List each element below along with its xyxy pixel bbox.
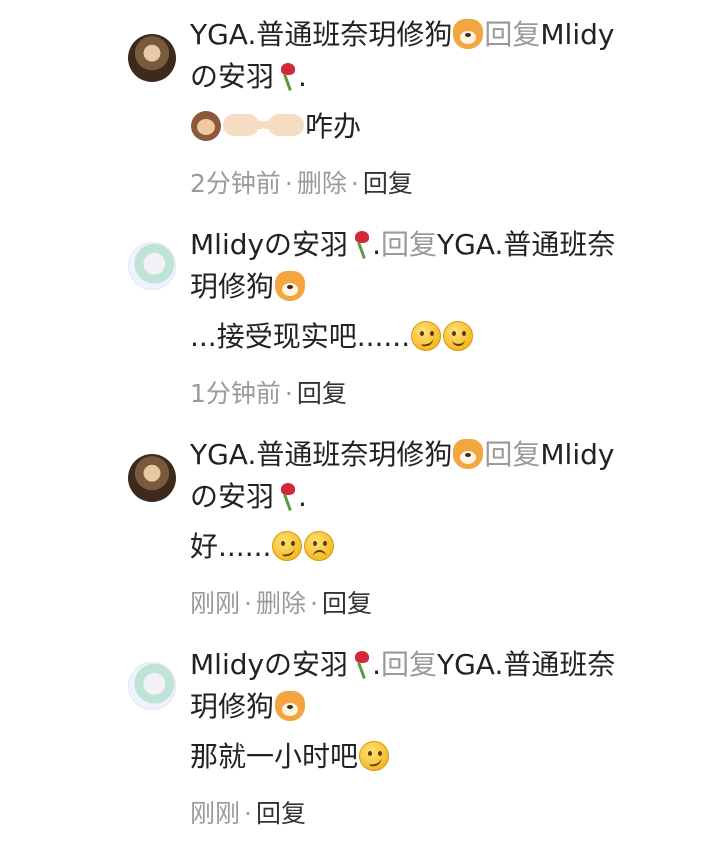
comment-text: ...接受现实吧...... xyxy=(190,316,690,358)
dog-emoji-icon xyxy=(453,439,484,469)
comment-text: 那就一小时吧 xyxy=(190,736,690,778)
separator-dot: · xyxy=(309,589,318,618)
author-name[interactable]: Mlidyの安羽 xyxy=(190,228,348,261)
dog-emoji-icon xyxy=(275,271,306,301)
reply-target-name[interactable]: YGA.普通班奈 xyxy=(437,228,615,261)
timestamp: 刚刚 xyxy=(190,799,241,828)
comment-body: YGA.普通班奈玥修狗 回复Mlidy の安羽. 咋办 2分钟前 · 删除 · 回复 xyxy=(190,14,690,202)
frown-emoji-icon xyxy=(304,531,335,561)
comment-header: Mlidyの安羽 .回复YGA.普通班奈 xyxy=(190,224,690,266)
comment-text-content: 那就一小时吧 xyxy=(190,740,359,773)
reply-target-name[interactable]: YGA.普通班奈 xyxy=(437,648,615,681)
name-suffix: . xyxy=(298,480,307,513)
comment-text: 咋办 xyxy=(190,106,690,148)
point-left-emoji-icon xyxy=(262,114,304,136)
reply-target-name[interactable]: Mlidy xyxy=(540,18,614,51)
avatar[interactable] xyxy=(128,242,176,290)
rose-emoji-icon xyxy=(349,649,371,679)
comment-header-cont: 玥修狗 xyxy=(190,686,690,728)
comment-body: Mlidyの安羽 .回复YGA.普通班奈 玥修狗 ...接受现实吧...... 1… xyxy=(190,224,690,412)
timestamp: 2分钟前 xyxy=(190,169,281,198)
separator-dot: · xyxy=(244,589,252,618)
name-suffix: . xyxy=(372,648,381,681)
smile-emoji-icon xyxy=(443,321,474,351)
delete-button[interactable]: 删除 xyxy=(256,589,306,618)
separator-dot: · xyxy=(350,169,359,198)
rose-emoji-icon xyxy=(275,61,297,91)
dog-emoji-icon xyxy=(275,691,306,721)
smirk-emoji-icon xyxy=(272,531,303,561)
reply-target-name[interactable]: Mlidy xyxy=(540,438,614,471)
author-name[interactable]: YGA.普通班奈玥修狗 xyxy=(190,18,452,51)
comment-header: YGA.普通班奈玥修狗 回复Mlidy xyxy=(190,434,690,476)
reply-word: 回复 xyxy=(380,228,437,261)
author-name[interactable]: Mlidyの安羽 xyxy=(190,648,348,681)
reply-button[interactable]: 回复 xyxy=(256,799,306,828)
rose-emoji-icon xyxy=(349,229,371,259)
reply-button[interactable]: 回复 xyxy=(297,379,347,408)
comment-meta: 1分钟前 · 回复 xyxy=(190,376,690,412)
rose-emoji-icon xyxy=(275,481,297,511)
avatar[interactable] xyxy=(128,34,176,82)
comment-header: YGA.普通班奈玥修狗 回复Mlidy xyxy=(190,14,690,56)
comment-header: Mlidyの安羽 .回复YGA.普通班奈 xyxy=(190,644,690,686)
comment-thread: YGA.普通班奈玥修狗 回复Mlidy の安羽. 咋办 2分钟前 · 删除 · 回复 Ml… xyxy=(0,0,720,854)
reply-word: 回复 xyxy=(484,438,541,471)
point-right-emoji-icon xyxy=(223,114,265,136)
reply-target-name-cont[interactable]: 玥修狗 xyxy=(190,270,274,303)
comment-text-content: 咋办 xyxy=(305,110,362,143)
smirk-emoji-icon xyxy=(359,741,390,771)
avatar[interactable] xyxy=(128,662,176,710)
comment-header-cont: 玥修狗 xyxy=(190,266,690,308)
avatar[interactable] xyxy=(128,454,176,502)
dog-emoji-icon xyxy=(453,19,484,49)
reply-button[interactable]: 回复 xyxy=(363,169,413,198)
comment-body: Mlidyの安羽 .回复YGA.普通班奈 玥修狗 那就一小时吧 刚刚 · 回复 xyxy=(190,644,690,832)
separator-dot: · xyxy=(284,379,293,408)
reply-target-name-cont[interactable]: の安羽 xyxy=(190,480,274,513)
comment-meta: 刚刚 · 删除 · 回复 xyxy=(190,586,690,622)
comment-meta: 刚刚 · 回复 xyxy=(190,796,690,832)
name-suffix: . xyxy=(372,228,381,261)
comment-meta: 2分钟前 · 删除 · 回复 xyxy=(190,166,690,202)
comment-body: YGA.普通班奈玥修狗 回复Mlidy の安羽. 好...... 刚刚 · 删除 · 回复 xyxy=(190,434,690,622)
name-suffix: . xyxy=(298,60,307,93)
comment-text: 好...... xyxy=(190,526,690,568)
comment-header-cont: の安羽. xyxy=(190,56,690,98)
separator-dot: · xyxy=(244,799,252,828)
monkey-emoji-icon xyxy=(191,111,221,141)
smirk-emoji-icon xyxy=(411,321,442,351)
reply-target-name-cont[interactable]: 玥修狗 xyxy=(190,690,274,723)
reply-target-name-cont[interactable]: の安羽 xyxy=(190,60,274,93)
comment-text-content: 好...... xyxy=(190,530,272,563)
reply-word: 回复 xyxy=(380,648,437,681)
timestamp: 刚刚 xyxy=(190,589,241,618)
comment-header-cont: の安羽. xyxy=(190,476,690,518)
separator-dot: · xyxy=(284,169,293,198)
reply-word: 回复 xyxy=(484,18,541,51)
reply-button[interactable]: 回复 xyxy=(322,589,372,618)
author-name[interactable]: YGA.普通班奈玥修狗 xyxy=(190,438,452,471)
timestamp: 1分钟前 xyxy=(190,379,281,408)
comment-text-content: ...接受现实吧...... xyxy=(190,320,411,353)
delete-button[interactable]: 删除 xyxy=(297,169,347,198)
